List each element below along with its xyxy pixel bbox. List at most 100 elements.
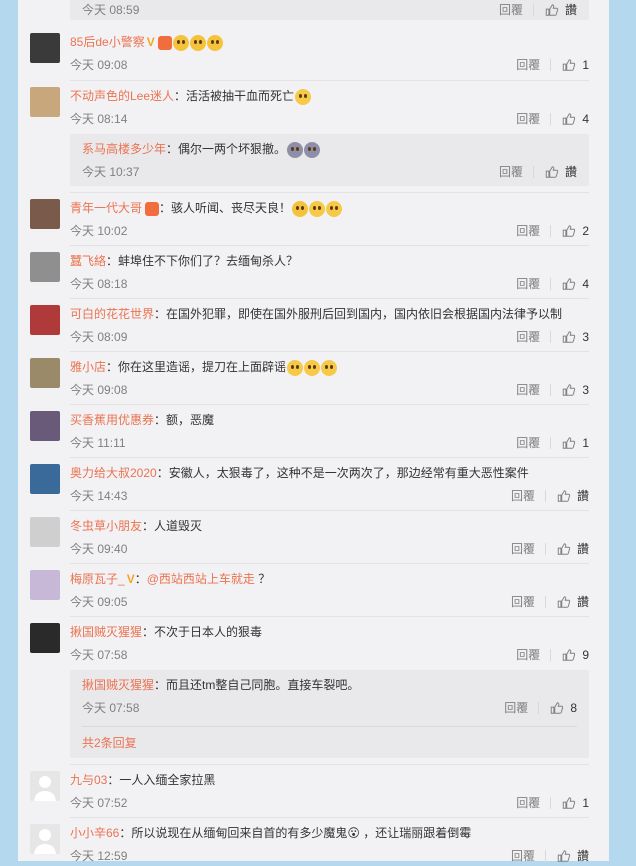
like-count: 1 (582, 436, 589, 450)
mention-link[interactable]: @西站西站上车就走 (147, 572, 255, 586)
avatar[interactable] (30, 464, 60, 494)
avatar[interactable] (30, 87, 60, 117)
avatar[interactable] (30, 33, 60, 63)
subreply-box: 系马高楼多少年：偶尔一两个坏狠撤。 今天 10:37 回覆 讚 (70, 134, 589, 186)
comment-time: 今天 08:09 (70, 330, 128, 344)
reply-button[interactable]: 回覆 (511, 592, 535, 612)
avatar[interactable] (30, 570, 60, 600)
reply-button[interactable]: 回覆 (516, 793, 540, 813)
like-icon[interactable] (561, 58, 576, 72)
default-avatar-icon (34, 829, 56, 854)
comment-text: ：你在这里造谣，提刀在上面辟谣 (106, 360, 287, 374)
emoji-laugh-icon (321, 359, 338, 376)
comment-time: 今天 07:58 (70, 648, 128, 662)
avatar[interactable] (30, 305, 60, 335)
comment-username[interactable]: 蠶飞絡 (70, 254, 106, 268)
subreply-time: 今天 07:58 (82, 701, 140, 715)
comment-username[interactable]: 奥力给大叔2020 (70, 466, 157, 480)
comment-username[interactable]: 不动声色的Lee迷人 (70, 89, 174, 103)
reply-button[interactable]: 回覆 (504, 698, 528, 718)
comment-username[interactable]: 青年一代大哥 (70, 201, 142, 215)
like-icon[interactable] (561, 648, 576, 662)
avatar[interactable] (30, 199, 60, 229)
like-icon[interactable] (561, 383, 576, 397)
comment-username[interactable]: 九与03 (70, 773, 107, 787)
comment-time: 今天 09:05 (70, 595, 128, 609)
comment-username[interactable]: 可白的花花世界 (70, 307, 154, 321)
like-count: 讚 (564, 3, 577, 17)
avatar[interactable] (30, 623, 60, 653)
reply-button[interactable]: 回覆 (516, 433, 540, 453)
medal-icon (157, 35, 172, 50)
comment-text: ：额，恶魔 (154, 413, 215, 427)
emoji-laugh-icon (295, 88, 312, 105)
subreply-text: ：偶尔一两个坏狠撤。 (166, 142, 287, 156)
like-icon[interactable] (561, 796, 576, 810)
comment-username[interactable]: 小小辛66 (70, 826, 119, 840)
emoji-shock-icon (292, 200, 309, 217)
emoji-scared-icon (304, 141, 321, 158)
reply-button[interactable]: 回覆 (516, 274, 540, 294)
more-replies-link[interactable]: 共2条回复 (82, 736, 137, 750)
like-icon[interactable] (544, 3, 559, 17)
avatar[interactable] (30, 771, 60, 801)
subreply-box: 揪国贼灭猩猩：而且还tm整自己同胞。直接车裂吧。 今天 07:58 回覆 8 共… (70, 670, 589, 758)
emoji-scared-icon (287, 141, 304, 158)
verified-icon: V (146, 35, 155, 49)
comment-text: ？ (254, 572, 271, 586)
comment-text: ：不次于日本人的狠毒 (142, 625, 263, 639)
page-scrollbar[interactable] (624, 0, 636, 861)
like-icon[interactable] (549, 701, 564, 715)
comment-username[interactable]: 梅原瓦子_ (70, 572, 125, 586)
like-icon[interactable] (556, 542, 571, 556)
like-icon[interactable] (544, 165, 559, 179)
subreply-time: 今天 10:37 (82, 165, 140, 179)
reply-button[interactable]: 回覆 (516, 645, 540, 665)
comment-username[interactable]: 冬虫草小朋友 (70, 519, 142, 533)
avatar[interactable] (30, 252, 60, 282)
like-count: 1 (582, 796, 589, 810)
like-icon[interactable] (561, 112, 576, 126)
emoji-laugh-icon (326, 200, 343, 217)
reply-button[interactable]: 回覆 (511, 486, 535, 506)
like-count: 1 (582, 58, 589, 72)
avatar[interactable] (30, 358, 60, 388)
reply-button[interactable]: 回覆 (511, 846, 535, 866)
reply-button[interactable]: 回覆 (516, 327, 540, 347)
comment-text: ：蚌埠住不下你们了？去缅甸杀人？ (106, 254, 299, 268)
like-icon[interactable] (556, 595, 571, 609)
avatar[interactable] (30, 824, 60, 854)
emoji-laugh-icon (287, 359, 304, 376)
comment-username[interactable]: 雅小店 (70, 360, 106, 374)
verified-icon: V (126, 572, 135, 586)
comment-time: 今天 08:18 (70, 277, 128, 291)
subreply-username[interactable]: 揪国贼灭猩猩 (82, 678, 154, 692)
comment-time: 今天 10:02 (70, 224, 128, 238)
like-icon[interactable] (561, 330, 576, 344)
avatar[interactable] (30, 411, 60, 441)
reply-button[interactable]: 回覆 (516, 55, 540, 75)
comment-time: 今天 08:59 (82, 3, 140, 17)
like-icon[interactable] (561, 224, 576, 238)
reply-button[interactable]: 回覆 (511, 539, 535, 559)
like-icon[interactable] (561, 277, 576, 291)
comment-panel: 今天 08:59 回覆 讚 85后de小警察 V 今天 09:08 回覆 1 不… (18, 0, 609, 863)
like-count: 4 (582, 112, 589, 126)
default-avatar-icon (34, 776, 56, 801)
like-count: 讚 (576, 489, 589, 503)
comment-username[interactable]: 85后de小警察 (70, 35, 145, 49)
reply-button[interactable]: 回覆 (516, 221, 540, 241)
reply-button[interactable]: 回覆 (516, 380, 540, 400)
subreply-username[interactable]: 系马高楼多少年 (82, 142, 166, 156)
reply-button[interactable]: 回覆 (516, 109, 540, 129)
reply-button[interactable]: 回覆 (499, 162, 523, 182)
emoji-laugh-icon (304, 359, 321, 376)
like-icon[interactable] (556, 489, 571, 503)
comment-username[interactable]: 揪国贼灭猩猩 (70, 625, 142, 639)
like-icon[interactable] (561, 436, 576, 450)
comment-username[interactable]: 买香蕉用优惠券 (70, 413, 154, 427)
comment-text: ：一人入缅全家拉黑 (107, 773, 216, 787)
avatar[interactable] (30, 517, 60, 547)
reply-button[interactable]: 回覆 (499, 0, 523, 20)
emoji-laugh-icon (309, 200, 326, 217)
